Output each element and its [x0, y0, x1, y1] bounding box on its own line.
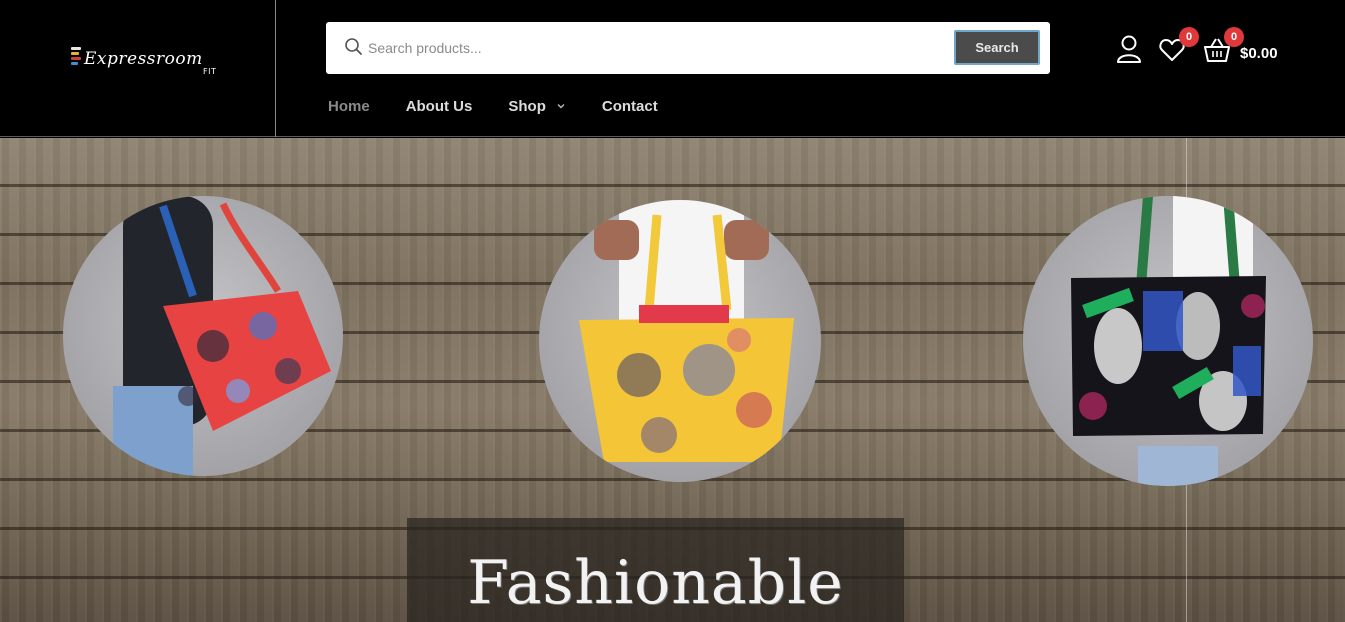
hero-banner: Fashionable — [0, 138, 1345, 622]
main-nav: Home About Us Shop Contact — [328, 96, 694, 116]
nav-item-contact[interactable]: Contact — [602, 98, 658, 115]
nav-item-label: About Us — [405, 97, 473, 115]
wishlist-count-badge: 0 — [1179, 27, 1199, 47]
site-header: Expressroom FIT Search Home About Us Sho… — [0, 0, 1345, 137]
hero-product-image-1[interactable] — [63, 196, 343, 476]
hero-caption: Fashionable — [467, 548, 844, 618]
nav-item-label: Contact — [601, 97, 658, 115]
logo-subtitle: FIT — [203, 67, 217, 76]
nav-item-shop[interactable]: Shop — [508, 98, 566, 115]
cart-total[interactable]: $0.00 — [1240, 45, 1278, 62]
red-print-tote-bag-image — [113, 196, 331, 476]
logo-wordmark: Expressroom — [84, 49, 203, 69]
nav-item-label: Shop — [508, 97, 546, 115]
search-input[interactable] — [368, 35, 928, 61]
logo-icon — [71, 47, 81, 69]
cart-count-badge: 0 — [1224, 27, 1244, 47]
search-button[interactable]: Search — [954, 30, 1040, 65]
hero-product-image-2[interactable] — [539, 200, 821, 482]
hero-caption-box: Fashionable — [407, 518, 904, 622]
hero-product-image-3[interactable] — [1023, 196, 1313, 486]
search-bar: Search — [326, 22, 1050, 74]
nav-item-label: Home — [328, 97, 370, 115]
nav-item-about-us[interactable]: About Us — [406, 98, 473, 115]
nav-item-home[interactable]: Home — [328, 98, 370, 115]
search-icon — [345, 38, 362, 55]
yellow-print-tote-bag-image — [579, 200, 794, 462]
logo-area[interactable]: Expressroom FIT — [0, 0, 276, 137]
chevron-down-icon — [557, 104, 565, 109]
black-pineapple-print-tote-bag-image — [1071, 196, 1266, 486]
user-icon[interactable] — [1116, 34, 1142, 68]
